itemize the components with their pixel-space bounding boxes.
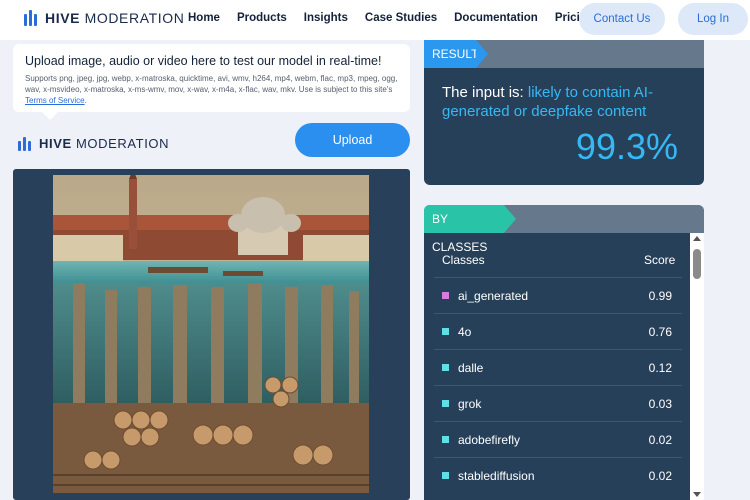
class-name: adobefirefly bbox=[458, 433, 521, 447]
classes-card: BY CLASSES Classes Score ai_generated 0.9… bbox=[424, 205, 704, 500]
class-name: 4o bbox=[458, 325, 472, 339]
hive-logo-secondary: HIVE MODERATION bbox=[18, 136, 169, 151]
classes-tag: BY CLASSES bbox=[424, 205, 504, 254]
result-card: RESULT The input is: likely to contain A… bbox=[424, 40, 704, 185]
contact-us-button[interactable]: Contact Us bbox=[579, 3, 665, 35]
class-row: 4o 0.76 bbox=[434, 313, 682, 349]
uploaded-image bbox=[53, 175, 369, 493]
class-color-swatch bbox=[442, 436, 449, 443]
class-name: ai_generated bbox=[458, 289, 529, 303]
logo-word-moderation: MODERATION bbox=[75, 136, 170, 151]
logo-word-moderation: MODERATION bbox=[84, 10, 185, 26]
class-row: ai_generated 0.99 bbox=[434, 277, 682, 313]
class-score: 0.76 bbox=[648, 325, 672, 339]
classes-tag-arrow bbox=[504, 205, 516, 233]
score-column-header: Score bbox=[644, 253, 676, 267]
class-color-swatch bbox=[442, 292, 449, 299]
class-row: grok 0.03 bbox=[434, 385, 682, 421]
upload-button[interactable]: Upload bbox=[295, 123, 410, 157]
nav-products[interactable]: Products bbox=[237, 12, 287, 24]
nav-case-studies[interactable]: Case Studies bbox=[365, 12, 437, 24]
class-color-swatch bbox=[442, 472, 449, 479]
class-name: stablediffusion bbox=[458, 469, 535, 483]
result-tag: RESULT bbox=[424, 40, 478, 68]
nav-insights[interactable]: Insights bbox=[304, 12, 348, 24]
upload-title: Upload image, audio or video here to tes… bbox=[25, 54, 382, 68]
main-menu: Home Products Insights Case Studies Docu… bbox=[188, 12, 611, 24]
scroll-down-arrow-icon[interactable] bbox=[693, 492, 701, 497]
hive-logo-icon bbox=[18, 136, 31, 151]
classes-list: ai_generated 0.99 4o 0.76 dalle 0.12 grok 0.… bbox=[434, 277, 682, 493]
class-color-swatch bbox=[442, 328, 449, 335]
class-color-swatch bbox=[442, 364, 449, 371]
logo-word-hive: HIVE bbox=[45, 10, 81, 26]
nav-home[interactable]: Home bbox=[188, 12, 220, 24]
uploaded-image-panel bbox=[13, 169, 410, 500]
class-score: 0.02 bbox=[648, 433, 672, 447]
class-score: 0.99 bbox=[648, 289, 672, 303]
result-score: 99.3% bbox=[575, 126, 678, 167]
result-statement: The input is: likely to contain AI-gener… bbox=[442, 83, 692, 121]
info-card-pointer bbox=[42, 112, 58, 120]
class-score: 0.03 bbox=[648, 397, 672, 411]
class-row: dalle 0.12 bbox=[434, 349, 682, 385]
classes-column-header: Classes bbox=[442, 253, 485, 267]
supported-formats-text: Supports png, jpeg, jpg, webp, x-matrosk… bbox=[25, 74, 398, 105]
top-navbar: HIVE MODERATION Home Products Insights C… bbox=[0, 0, 750, 40]
class-score: 0.02 bbox=[648, 469, 672, 483]
class-color-swatch bbox=[442, 400, 449, 407]
hive-logo-icon bbox=[24, 10, 37, 26]
nav-documentation[interactable]: Documentation bbox=[454, 12, 538, 24]
class-score: 0.12 bbox=[648, 361, 672, 375]
hive-logo[interactable]: HIVE MODERATION bbox=[24, 10, 184, 26]
log-in-button[interactable]: Log In bbox=[678, 3, 748, 35]
terms-of-service-link[interactable]: Terms of Service bbox=[25, 96, 85, 105]
class-row: stablediffusion 0.02 bbox=[434, 457, 682, 493]
result-prefix: The input is: bbox=[442, 84, 528, 101]
upload-info-card: Upload image, audio or video here to tes… bbox=[13, 44, 410, 112]
logo-word-hive: HIVE bbox=[39, 136, 72, 151]
scroll-thumb[interactable] bbox=[693, 249, 701, 279]
scroll-up-arrow-icon[interactable] bbox=[693, 236, 701, 241]
class-name: grok bbox=[458, 397, 482, 411]
result-tag-arrow bbox=[476, 40, 488, 68]
supported-formats: Supports png, jpeg, jpg, webp, x-matrosk… bbox=[25, 74, 398, 94]
class-row: adobefirefly 0.02 bbox=[434, 421, 682, 457]
classes-scrollbar[interactable] bbox=[690, 233, 704, 500]
class-name: dalle bbox=[458, 361, 484, 375]
